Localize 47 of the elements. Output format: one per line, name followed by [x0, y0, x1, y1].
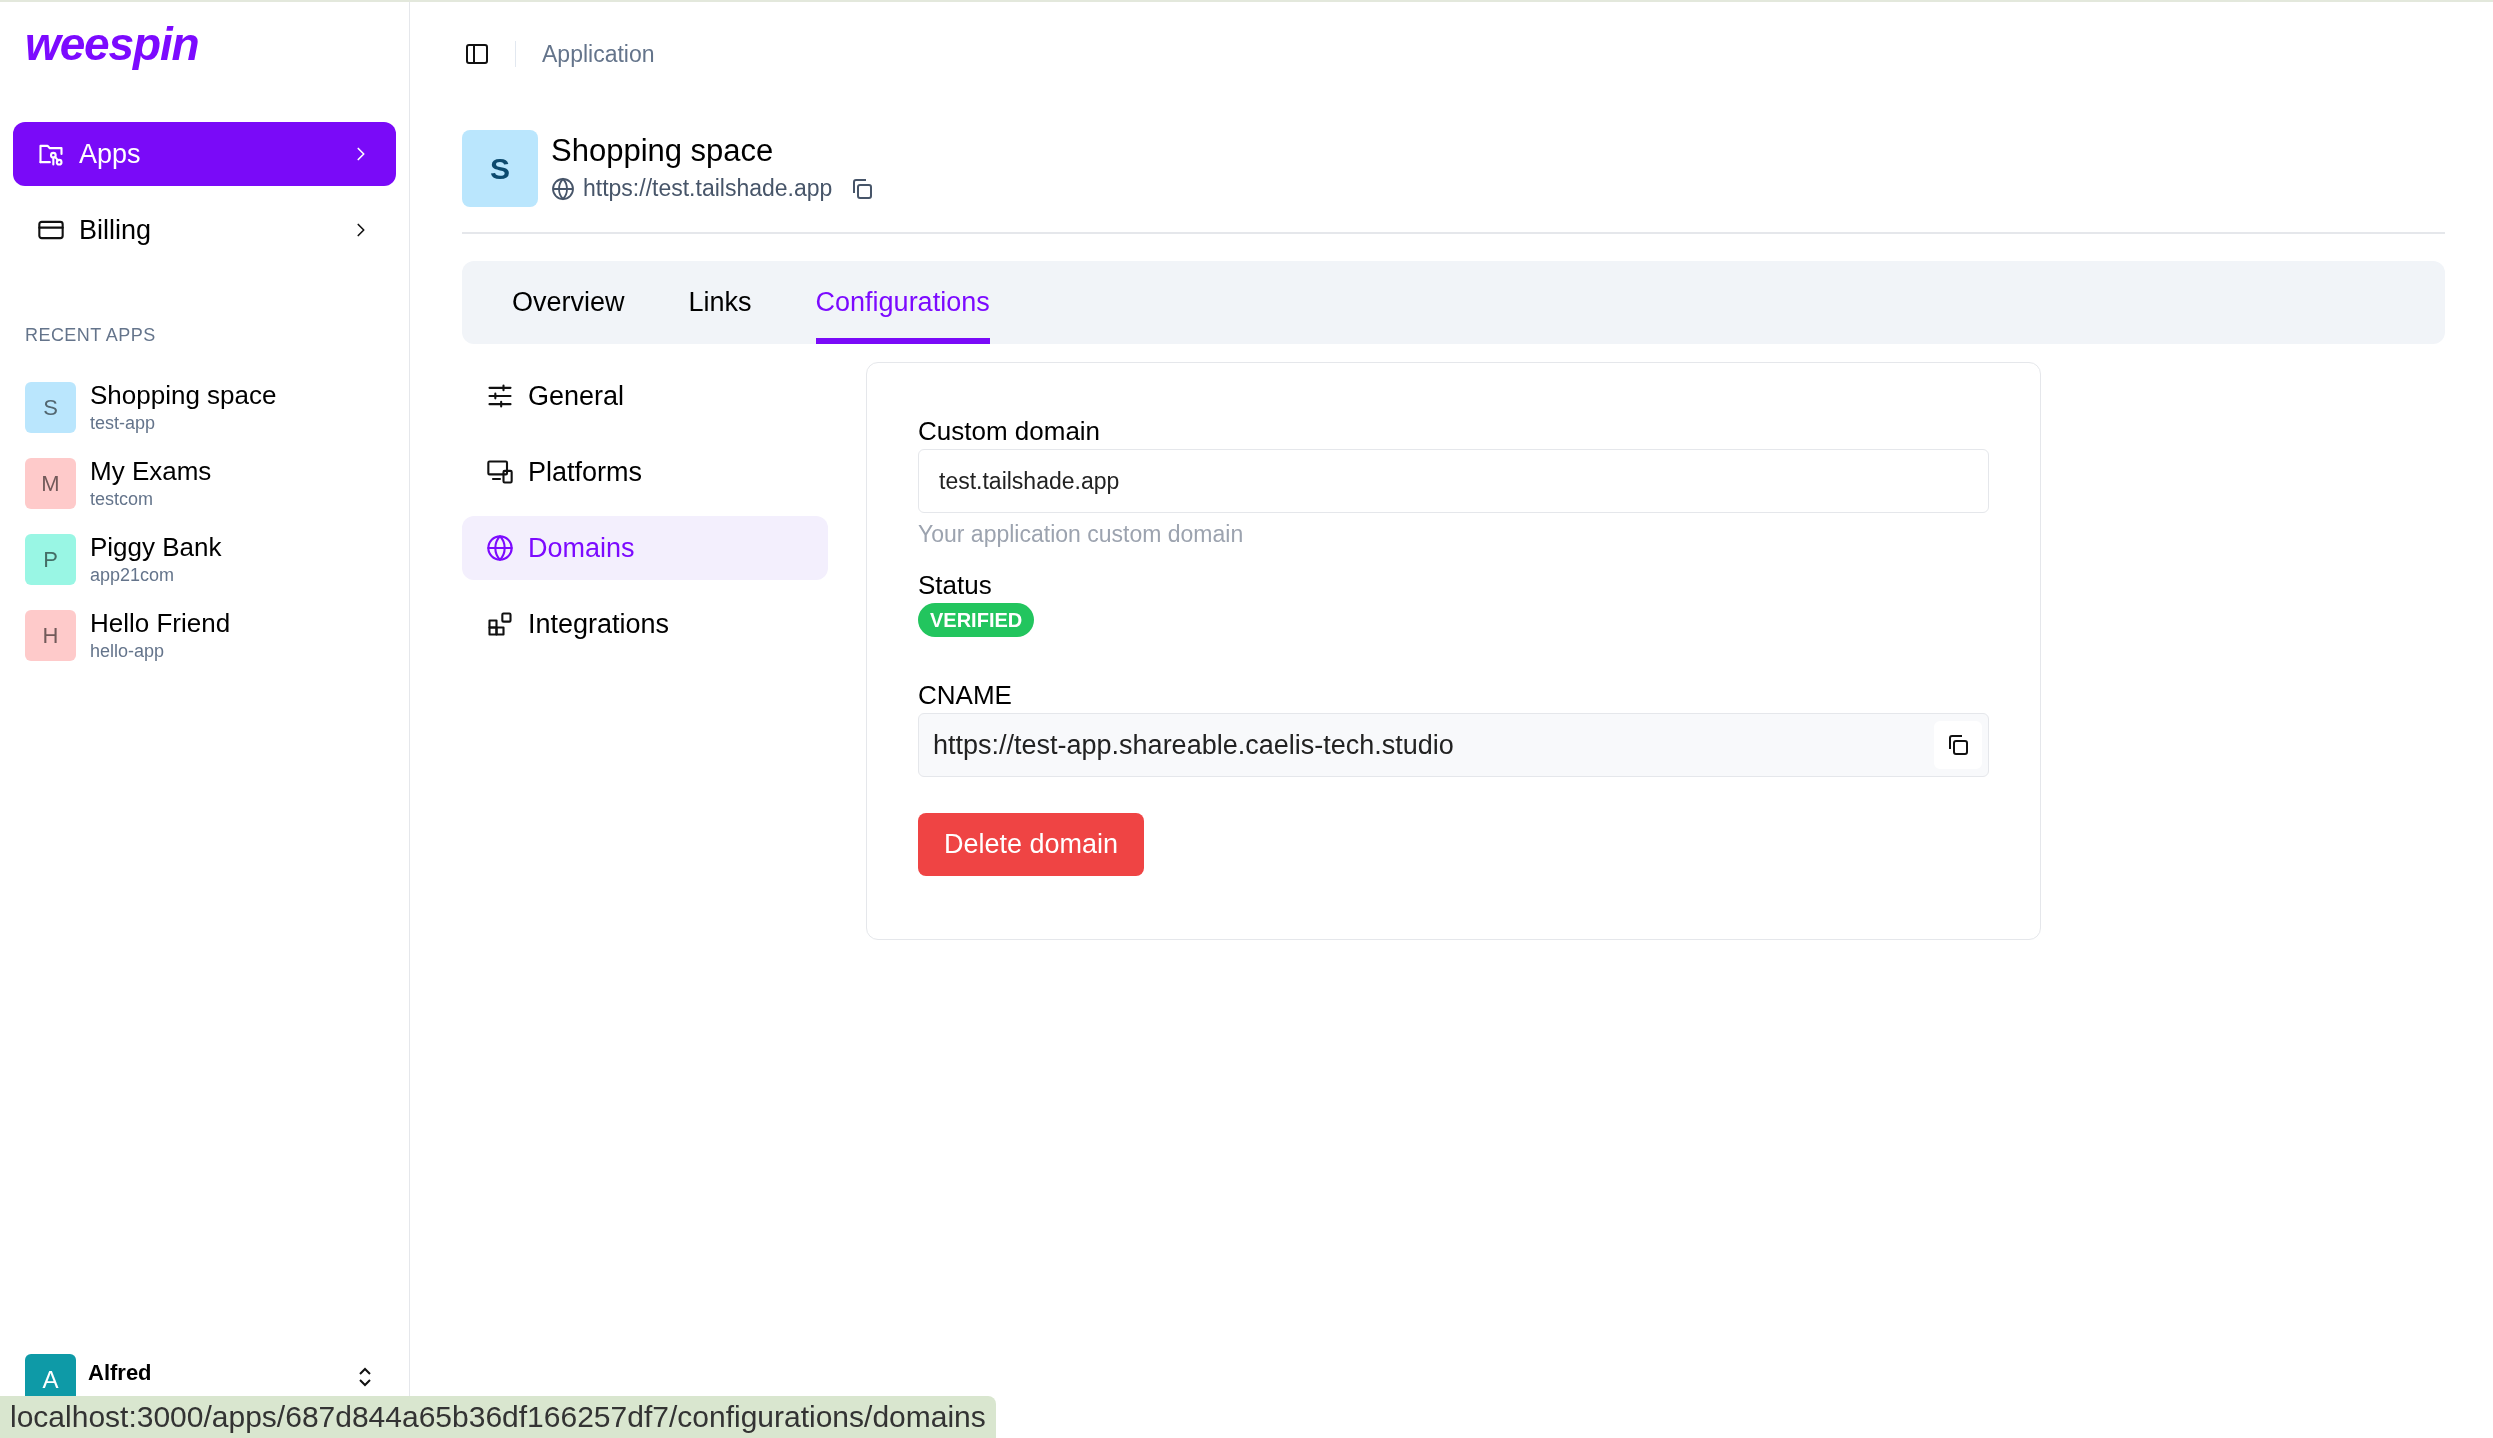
- app-name[interactable]: My Exams: [90, 455, 212, 487]
- app-slug: test-app: [90, 412, 157, 435]
- copy-icon: [1946, 733, 1970, 757]
- nav-item[interactable]: Billing: [13, 198, 396, 262]
- user-name: Alfred: [88, 1359, 152, 1387]
- link-preview-tooltip: localhost:3000/apps/687d844a65b36df166257df7/configurations/domains: [0, 1396, 996, 1438]
- nav-item[interactable]: Apps: [13, 122, 396, 186]
- app-slug: testcom: [90, 488, 155, 511]
- field-label: Custom domain: [918, 415, 1102, 448]
- devices-icon: [486, 458, 514, 486]
- delete-domain-button[interactable]: Delete domain: [918, 813, 1145, 876]
- settings-menu-item[interactable]: Integrations: [462, 592, 828, 656]
- settings-menu-item[interactable]: Platforms: [462, 440, 828, 504]
- app-url[interactable]: https://test.tailshade.app: [583, 171, 833, 206]
- app-avatar: S: [25, 381, 76, 433]
- app-avatar: H: [25, 609, 76, 661]
- app-avatar: P: [25, 533, 76, 585]
- app-name[interactable]: Piggy Bank: [90, 531, 222, 563]
- settings-menu-item[interactable]: Domains: [462, 516, 828, 580]
- app-avatar: M: [25, 457, 76, 509]
- field-label: CNAME: [918, 679, 1013, 712]
- tab[interactable]: Overview: [512, 261, 625, 344]
- globe-icon: [486, 534, 514, 562]
- settings-menu-item[interactable]: General: [462, 364, 828, 428]
- sidebar-toggle-icon[interactable]: [465, 42, 489, 66]
- field-label: Status: [918, 569, 993, 602]
- blocks-icon: [486, 610, 514, 638]
- app-title: Shopping space: [551, 132, 775, 171]
- breadcrumb[interactable]: Application: [542, 36, 655, 72]
- sliders-icon: [486, 382, 514, 410]
- logo: weespin: [24, 17, 200, 72]
- app-slug: app21com: [90, 564, 176, 587]
- tab[interactable]: Links: [688, 261, 752, 344]
- globe-icon: [551, 176, 575, 201]
- field-help-text: Your application custom domain: [918, 520, 1245, 549]
- copy-icon[interactable]: [850, 176, 875, 201]
- chevron-up-down-icon[interactable]: [356, 1366, 374, 1388]
- input-field[interactable]: test.tailshade.app: [918, 449, 1989, 513]
- section-heading: RECENT APPS: [24, 324, 157, 347]
- app-slug: hello-app: [90, 640, 166, 663]
- copy-button[interactable]: [1934, 721, 1982, 769]
- app-name[interactable]: Shopping space: [90, 379, 277, 411]
- app-name[interactable]: Hello Friend: [90, 607, 231, 639]
- status-badge: VERIFIED: [918, 603, 1035, 637]
- tab[interactable]: Configurations: [815, 261, 990, 344]
- cname-value: https://test-app.shareable.caelis-tech.studio: [933, 728, 1454, 762]
- app-avatar: S: [462, 130, 538, 207]
